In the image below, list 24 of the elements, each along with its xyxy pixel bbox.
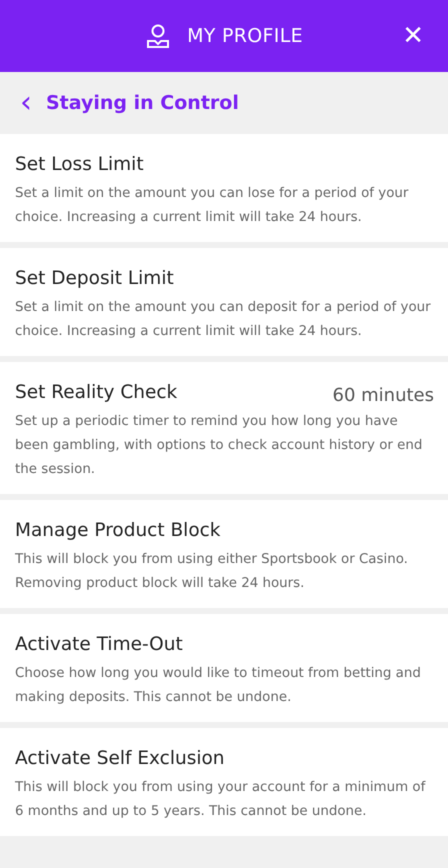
close-button[interactable]: ✕ (398, 16, 428, 56)
item-title: Set Deposit Limit (15, 267, 174, 291)
back-button[interactable]: ‹ (16, 88, 36, 118)
item-value: 60 minutes (332, 384, 434, 408)
settings-item[interactable]: Activate Time-Out Choose how long you would like to timeout from betting and making deposits. This cannot be undone. (0, 614, 448, 722)
item-title: Set Loss Limit (15, 153, 144, 177)
item-title: Activate Self Exclusion (15, 747, 225, 771)
header-title: MY PROFILE (187, 24, 303, 49)
item-description: This will block you from using either Sportsbook or Casino. Removing product block will take 24 hours. (15, 551, 409, 593)
page-title: Staying in Control (46, 90, 239, 116)
item-title: Set Reality Check (15, 381, 178, 405)
item-description: Choose how long you would like to timeout from betting and making deposits. This cannot be undone. (15, 665, 422, 707)
item-description: Set a limit on the amount you can lose for a period of your choice. Increasing a current limit will take 24 hours. (15, 185, 410, 227)
settings-item[interactable]: Set Deposit Limit Set a limit on the amount you can deposit for a period of your choice. Increasing a current limit will take 24 hours. (0, 248, 448, 356)
item-description: Set up a periodic timer to remind you how long you have been gambling, with options to check account history or end the session. (15, 413, 424, 479)
item-title: Manage Product Block (15, 519, 221, 543)
item-description: Set a limit on the amount you can deposit for a period of your choice. Increasing a current limit will take 24 hours. (15, 299, 432, 341)
settings-item[interactable]: Set Reality Check 60 minutes Set up a periodic timer to remind you how long you have been gambling, with options to check account history or end the session. (0, 362, 448, 494)
settings-item[interactable]: Manage Product Block This will block you from using either Sportsbook or Casino. Removing product block will take 24 hours. (0, 500, 448, 608)
item-title: Activate Time-Out (15, 633, 183, 657)
settings-item[interactable]: Set Loss Limit Set a limit on the amount you can lose for a period of your choice. Increasing a current limit will take 24 hours. (0, 134, 448, 242)
settings-item[interactable]: Activate Self Exclusion This will block you from using your account for a minimum of 6 months and up to 5 years. This cannot be undone. (0, 728, 448, 836)
profile-icon (145, 23, 172, 49)
item-description: This will block you from using your account for a minimum of 6 months and up to 5 years. This cannot be undone. (15, 779, 427, 821)
